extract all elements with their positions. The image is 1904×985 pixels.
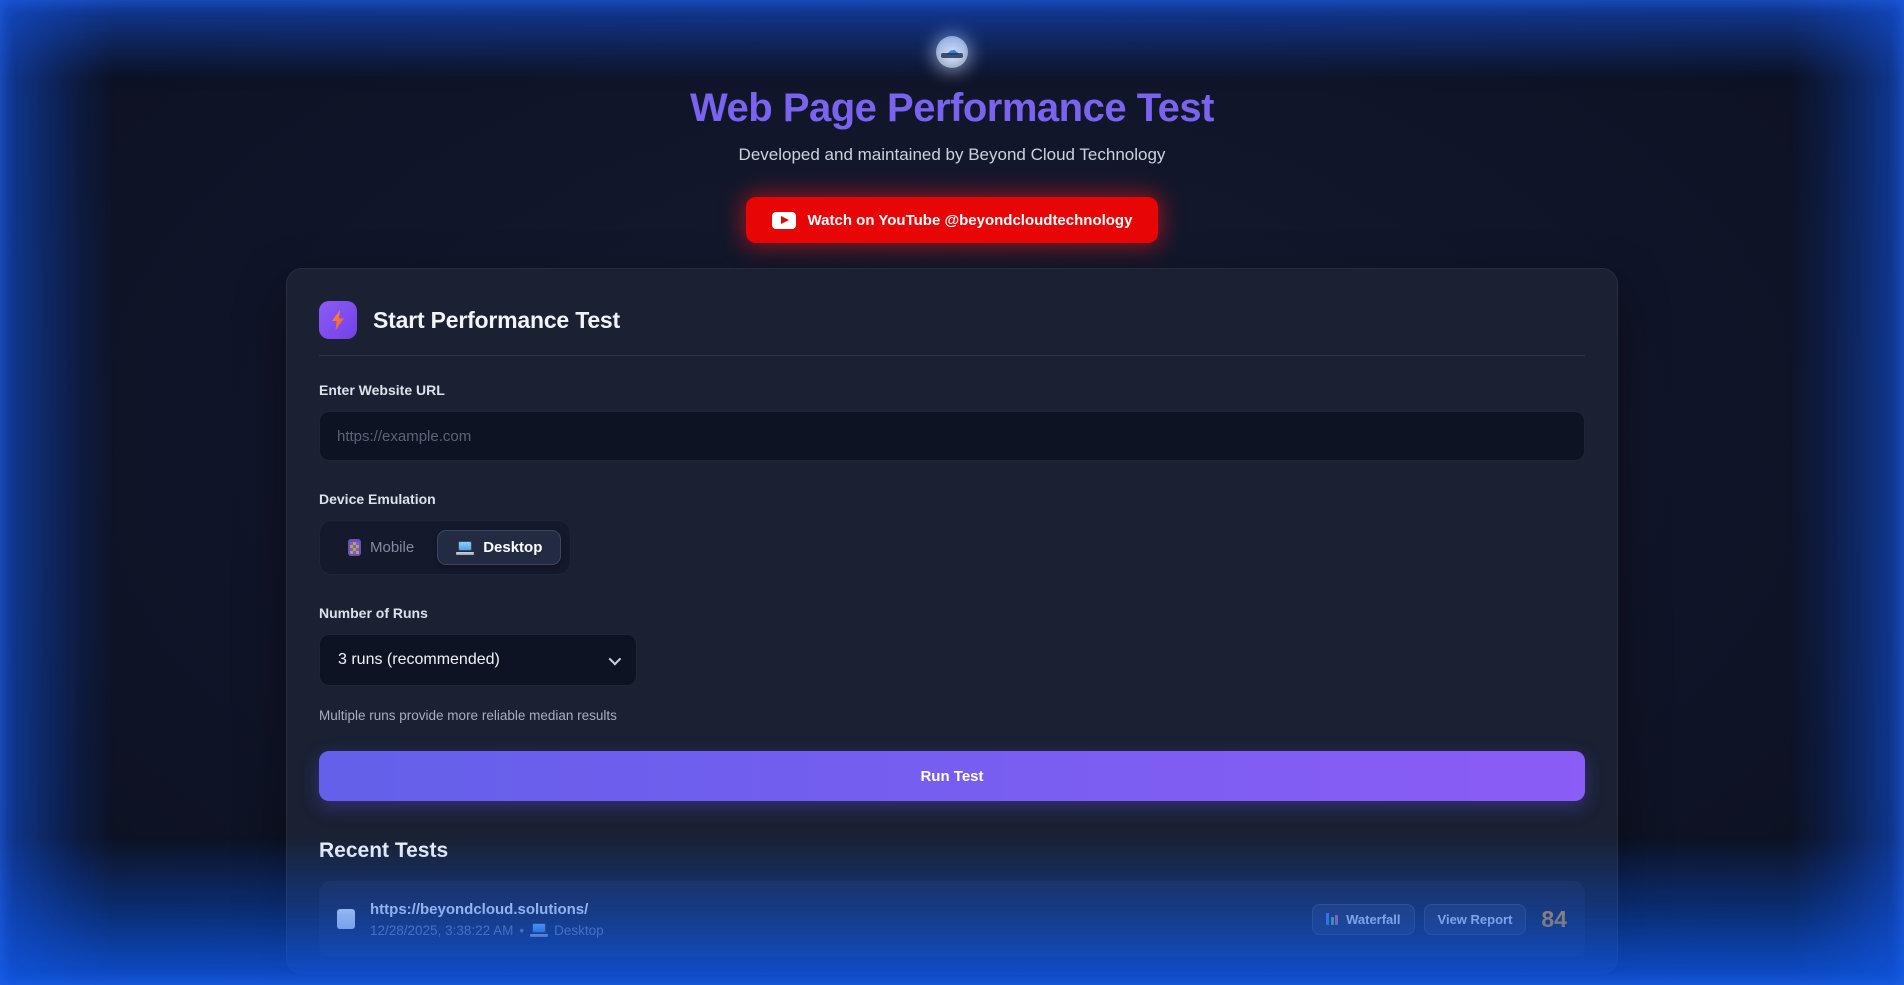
page-subtitle: Developed and maintained by Beyond Cloud… [286, 145, 1618, 165]
performance-score-badge: 84 [1541, 906, 1567, 933]
laptop-icon [530, 923, 548, 937]
view-report-button[interactable]: View Report [1424, 904, 1527, 935]
mobile-phone-icon [348, 539, 361, 556]
number-of-runs-label: Number of Runs [319, 605, 1585, 621]
header-divider [319, 355, 1585, 356]
recent-test-timestamp: 12/28/2025, 3:38:22 AM [370, 923, 513, 938]
logo-band [941, 53, 963, 58]
recent-test-info: https://beyondcloud.solutions/ 12/28/202… [370, 901, 1312, 938]
desktop-option-label: Desktop [483, 539, 542, 556]
device-option-mobile[interactable]: Mobile [329, 530, 433, 565]
page-container: ☁ Web Page Performance Test Developed an… [286, 36, 1618, 974]
recent-tests-heading: Recent Tests [319, 839, 1585, 863]
run-test-button[interactable]: Run Test [319, 751, 1585, 801]
waterfall-button[interactable]: Waterfall [1312, 904, 1414, 935]
lightning-bolt-icon [319, 301, 357, 339]
mobile-option-label: Mobile [370, 539, 414, 556]
recent-test-actions: Waterfall View Report 84 [1312, 904, 1567, 935]
laptop-icon [456, 541, 474, 555]
view-report-button-label: View Report [1438, 912, 1513, 927]
chevron-down-icon [609, 652, 622, 665]
watch-on-youtube-button[interactable]: Watch on YouTube @beyondcloudtechnology [746, 197, 1159, 243]
runs-selected-value: 3 runs (recommended) [338, 651, 500, 669]
bar-chart-icon [1326, 913, 1339, 925]
website-url-input[interactable] [319, 411, 1585, 461]
waterfall-button-label: Waterfall [1346, 912, 1400, 927]
recent-test-url: https://beyondcloud.solutions/ [370, 901, 1312, 918]
device-option-desktop[interactable]: Desktop [437, 530, 561, 565]
page-title: Web Page Performance Test [286, 86, 1618, 131]
url-field-label: Enter Website URL [319, 382, 1585, 398]
youtube-button-label: Watch on YouTube @beyondcloudtechnology [808, 212, 1133, 229]
recent-test-row: https://beyondcloud.solutions/ 12/28/202… [319, 881, 1585, 957]
device-toggle-group: Mobile Desktop [319, 520, 571, 575]
recent-test-meta: 12/28/2025, 3:38:22 AM • Desktop [370, 923, 1312, 938]
runs-select[interactable]: 3 runs (recommended) [319, 634, 637, 686]
device-emulation-label: Device Emulation [319, 491, 1585, 507]
runs-helper-text: Multiple runs provide more reliable medi… [319, 708, 1585, 723]
meta-separator: • [519, 923, 524, 938]
recent-test-device: Desktop [554, 923, 604, 938]
card-title: Start Performance Test [373, 307, 620, 334]
beyond-cloud-logo-icon: ☁ [936, 36, 968, 68]
recent-test-checkbox[interactable] [337, 909, 355, 929]
youtube-play-icon [772, 212, 796, 229]
card-header: Start Performance Test [319, 301, 1585, 339]
performance-test-card: Start Performance Test Enter Website URL… [286, 268, 1618, 974]
